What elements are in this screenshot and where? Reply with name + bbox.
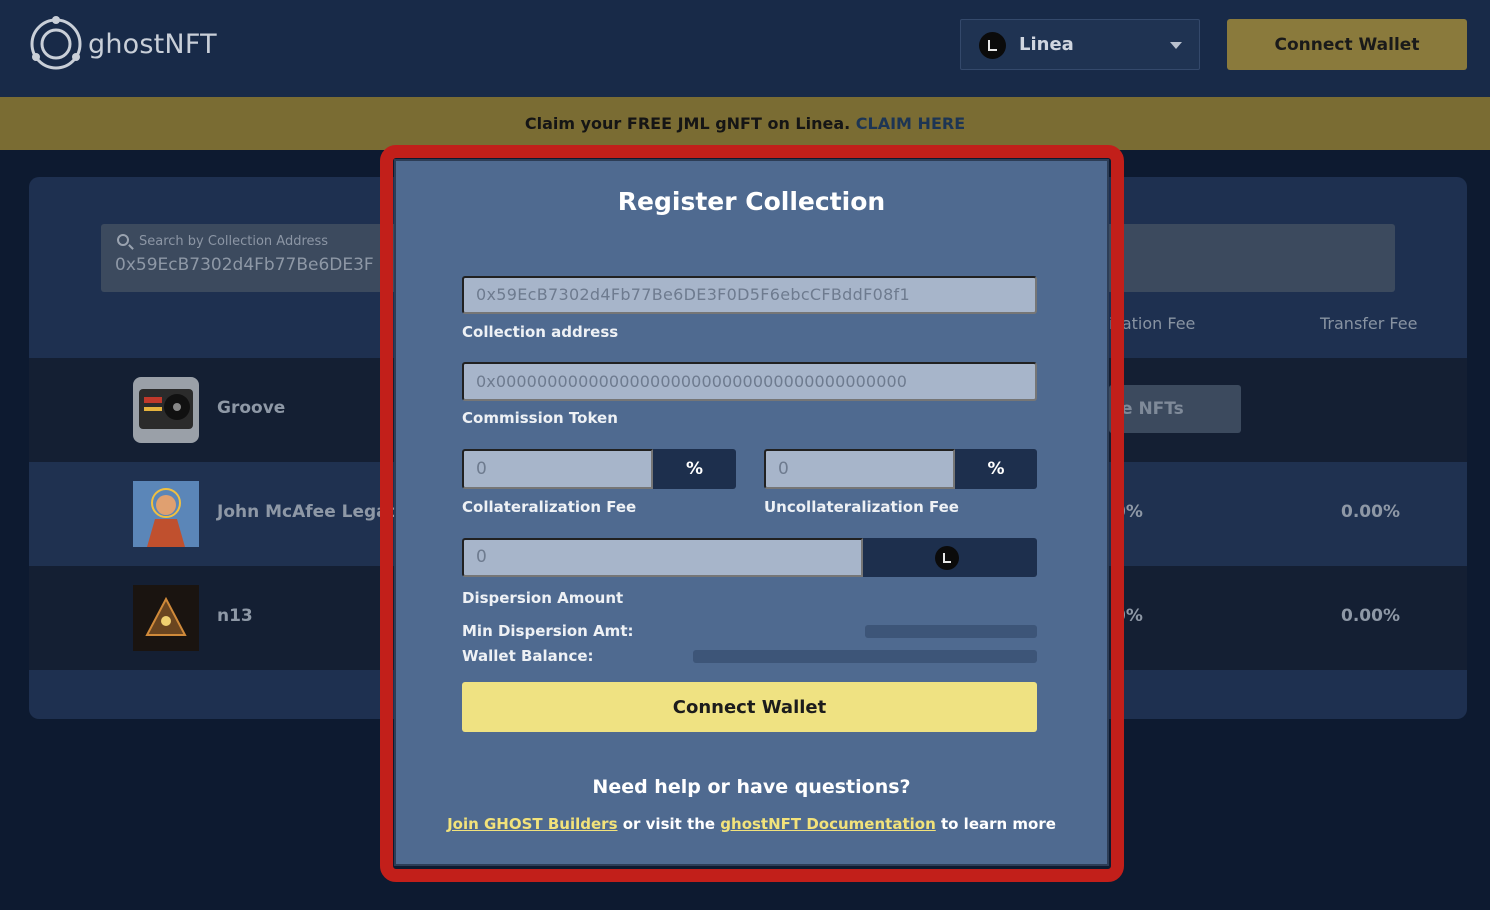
collateralization-fee-input[interactable] [462,449,653,489]
uncollateralization-fee-label: Uncollateralization Fee [764,498,959,516]
modal-connect-wallet-button[interactable]: Connect Wallet [462,682,1037,732]
transfer-fee-value: 0.00% [1341,606,1400,626]
collection-avatar [133,585,199,651]
modal-title: Register Collection [617,187,886,216]
wallet-balance-loading [693,650,1037,663]
help-text: Join GHOST Builders or visit the ghostNF… [396,815,1107,833]
linea-token-icon [935,546,959,570]
join-ghost-builders-link[interactable]: Join GHOST Builders [447,815,617,833]
collection-avatar [133,481,199,547]
linea-network-icon [979,32,1006,59]
collection-name: John McAfee Legac [217,502,398,522]
search-value: 0x59EcB7302d4Fb77Be6DE3F [115,255,374,275]
claim-here-link[interactable]: CLAIM HERE [856,114,965,133]
banner-text: Claim your FREE JML gNFT on Linea. [524,114,856,133]
uncollateralization-fee-input[interactable] [764,449,955,489]
collection-name: Groove [217,398,286,418]
dispersion-token-suffix [863,538,1037,577]
network-label: Linea [1019,34,1074,55]
collection-name: n13 [217,606,253,626]
ghostnft-logo-icon [28,15,84,73]
register-collection-modal: Register Collection Collection address C… [394,159,1109,866]
header-connect-wallet-button[interactable]: Connect Wallet [1227,19,1467,70]
top-header: ghostNFT Linea Connect Wallet [0,0,1490,97]
collection-address-label: Collection address [462,323,619,341]
min-dispersion-label: Min Dispersion Amt: [462,622,634,640]
uncollateralization-fee-unit: % [955,449,1037,489]
commission-token-label: Commission Token [462,409,618,427]
claim-banner: Claim your FREE JML gNFT on Linea. CLAIM… [0,97,1490,150]
help-mid-text: or visit the [617,815,721,833]
column-header-transfer-fee: Transfer Fee [1320,314,1418,333]
help-title: Need help or have questions? [592,776,911,798]
min-dispersion-loading [865,625,1037,638]
dispersion-amount-input[interactable] [462,538,863,577]
brand-logo[interactable]: ghostNFT [28,15,217,73]
commission-token-input[interactable] [462,362,1037,401]
ghostnft-documentation-link[interactable]: ghostNFT Documentation [720,815,935,833]
collateralization-fee-unit: % [653,449,736,489]
transfer-fee-value: 0.00% [1341,502,1400,522]
collection-address-input[interactable] [462,276,1037,314]
help-end-text: to learn more [935,815,1056,833]
search-icon [117,234,129,246]
chevron-down-icon [1170,42,1182,49]
collection-avatar [133,377,199,443]
network-selector[interactable]: Linea [960,19,1200,70]
brand-name: ghostNFT [88,28,217,60]
dispersion-amount-label: Dispersion Amount [462,589,624,607]
collateralization-fee-label: Collateralization Fee [462,498,637,516]
view-nfts-button[interactable]: e NFTs [1109,385,1241,433]
wallet-balance-label: Wallet Balance: [462,647,594,665]
search-placeholder: Search by Collection Address [139,234,329,249]
